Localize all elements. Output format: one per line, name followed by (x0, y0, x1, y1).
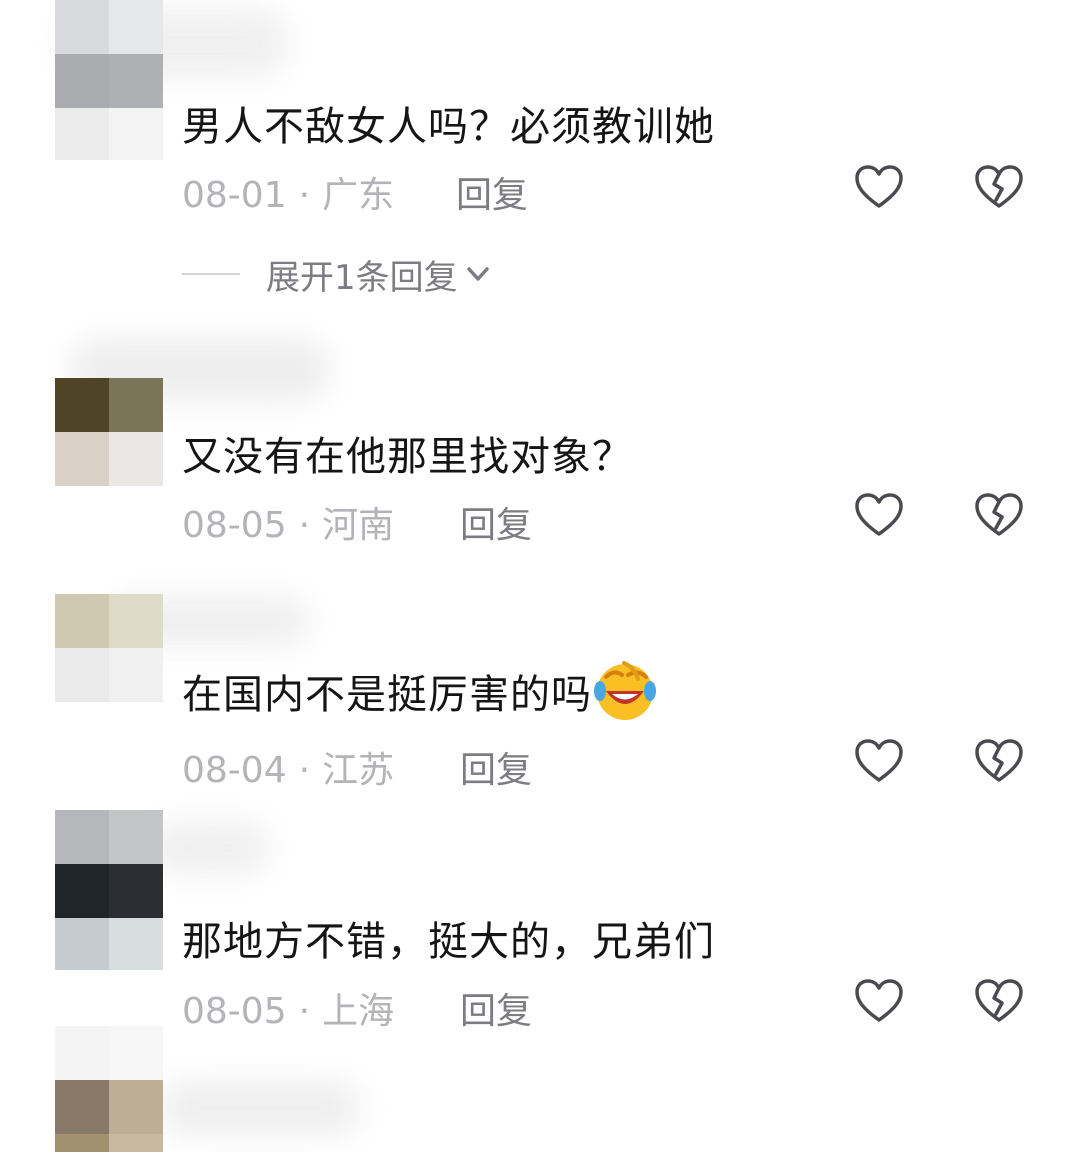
comment-date: 08-04 (182, 750, 287, 791)
comment-location: 广东 (322, 175, 395, 216)
comment-meta: 08-04 · 江苏 (182, 741, 394, 793)
laughing-crying-emoji (594, 661, 656, 720)
like-button[interactable] (854, 978, 904, 1024)
comment-text: 在国内不是挺厉害的吗 (182, 661, 656, 723)
avatar[interactable] (55, 0, 163, 160)
dislike-button[interactable] (974, 978, 1024, 1024)
avatar[interactable] (55, 594, 163, 702)
heart-outline-icon (855, 493, 903, 536)
avatar[interactable] (55, 378, 163, 486)
meta-separator: · (298, 175, 311, 216)
avatar[interactable] (55, 810, 163, 970)
comment-location: 江苏 (322, 750, 395, 791)
broken-heart-icon (975, 979, 1023, 1022)
comment-meta: 08-01 · 广东 (182, 166, 394, 218)
dislike-button[interactable] (974, 492, 1024, 538)
avatar[interactable] (55, 1026, 163, 1152)
broken-heart-icon (975, 739, 1023, 782)
expand-replies-button[interactable]: 展开1条回复 (182, 250, 492, 298)
heart-outline-icon (855, 739, 903, 782)
heart-outline-icon (855, 979, 903, 1022)
broken-heart-icon (975, 165, 1023, 208)
comment-date: 08-05 (182, 505, 287, 546)
comment-meta: 08-05 · 河南 (182, 496, 394, 548)
comment-date: 08-01 (182, 175, 287, 216)
chevron-down-icon (466, 267, 489, 281)
reply-button[interactable]: 回复 (456, 166, 528, 218)
meta-separator: · (298, 505, 311, 546)
reply-button[interactable]: 回复 (460, 496, 532, 548)
blurred-username (150, 820, 270, 876)
like-button[interactable] (854, 492, 904, 538)
reply-button[interactable]: 回复 (460, 741, 532, 793)
comment-meta: 08-05 · 上海 (182, 982, 394, 1034)
comment-date: 08-05 (182, 991, 287, 1032)
comment-location: 河南 (322, 505, 395, 546)
comment-text: 男人不敌女人吗？必须教训她 (182, 104, 715, 150)
blurred-username (160, 1080, 360, 1136)
comment-text-content: 在国内不是挺厉害的吗 (182, 672, 592, 718)
meta-separator: · (298, 750, 311, 791)
divider (182, 273, 240, 275)
comment-text: 那地方不错，挺大的，兄弟们 (182, 919, 715, 965)
comment-text: 又没有在他那里找对象？ (182, 434, 633, 480)
reply-button[interactable]: 回复 (460, 982, 532, 1034)
expand-replies-label: 展开1条回复 (266, 257, 458, 298)
dislike-button[interactable] (974, 164, 1024, 210)
like-button[interactable] (854, 164, 904, 210)
meta-separator: · (298, 991, 311, 1032)
broken-heart-icon (975, 493, 1023, 536)
heart-outline-icon (855, 165, 903, 208)
comment-location: 上海 (322, 991, 395, 1032)
like-button[interactable] (854, 738, 904, 784)
dislike-button[interactable] (974, 738, 1024, 784)
